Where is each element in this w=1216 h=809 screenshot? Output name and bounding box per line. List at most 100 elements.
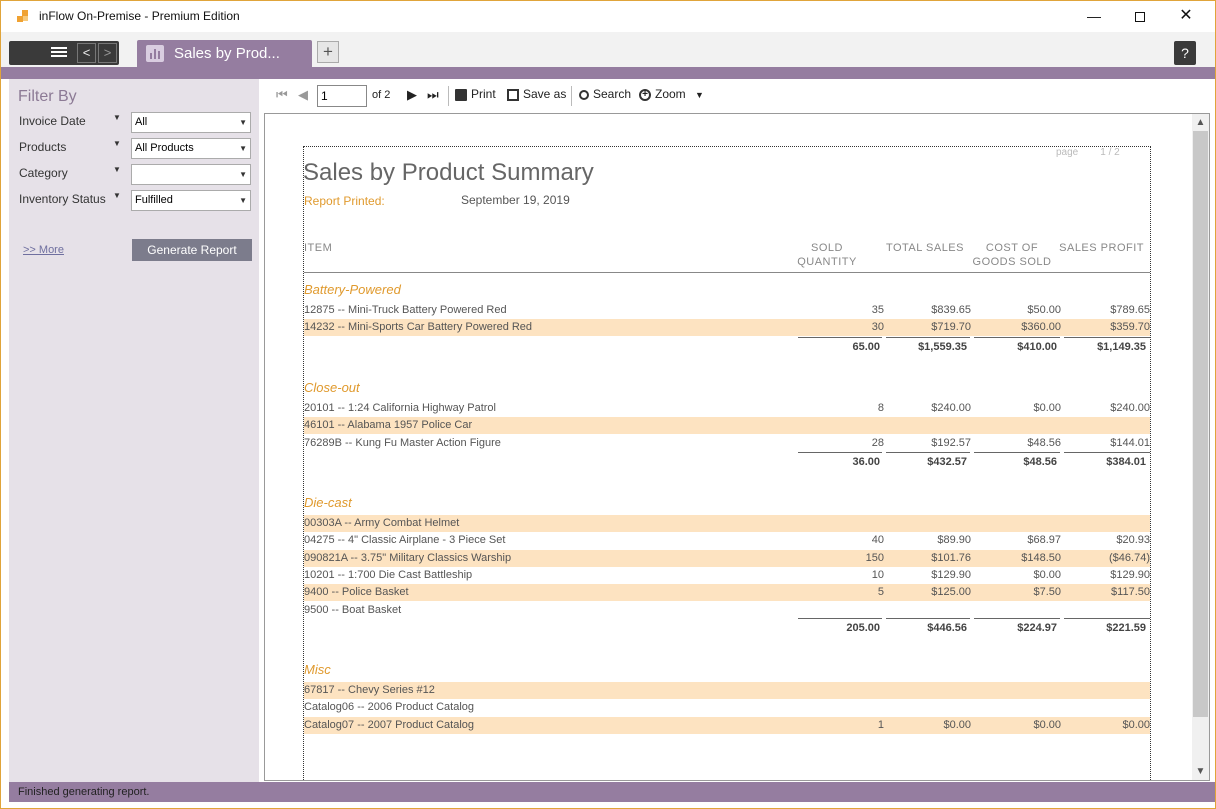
report-printed-date: September 19, 2019: [461, 193, 570, 207]
item-cell: 00303A -- Army Combat Helmet: [304, 517, 460, 529]
col-header-sales-profit: SALES PROFIT: [1059, 242, 1144, 254]
generate-report-button[interactable]: Generate Report: [132, 239, 252, 261]
category-title: Misc: [304, 662, 331, 677]
subtotal-profit: $384.01: [1106, 456, 1146, 468]
minimize-button[interactable]: —: [1071, 1, 1117, 31]
cost-cell: $0.00: [1033, 719, 1061, 731]
table-row: Catalog06 -- 2006 Product Catalog: [304, 699, 1150, 716]
inventory-status-select[interactable]: Fulfilled ▼: [131, 190, 251, 211]
close-button[interactable]: ✕: [1163, 1, 1209, 31]
subtotal-qty: 205.00: [846, 622, 880, 634]
page-number-input[interactable]: [317, 85, 367, 107]
table-row: 9400 -- Police Basket 5 $125.00 $7.50 $117.5…: [304, 584, 1150, 601]
subtotal-total: $432.57: [927, 456, 967, 468]
invoice-date-select[interactable]: All ▼: [131, 112, 251, 133]
first-page-icon[interactable]: ⏮: [276, 87, 288, 103]
cost-cell: $68.97: [1027, 534, 1061, 546]
item-cell: 10201 -- 1:700 Die Cast Battleship: [304, 569, 473, 581]
filter-label: Category: [19, 166, 68, 180]
subtotal-rule: [1064, 618, 1150, 619]
search-button[interactable]: Search: [579, 87, 631, 101]
select-value: All Products: [135, 142, 194, 154]
app-title: inFlow On-Premise - Premium Edition: [39, 9, 240, 23]
chevron-down-icon: ▼: [695, 90, 704, 100]
add-tab-button[interactable]: +: [317, 41, 339, 63]
vertical-scrollbar[interactable]: ▲ ▼: [1192, 114, 1209, 780]
dropdown-arrow-icon[interactable]: ▼: [239, 196, 247, 205]
prev-page-icon[interactable]: ◀: [298, 87, 308, 103]
cost-cell: $0.00: [1033, 569, 1061, 581]
status-text: Finished generating report.: [18, 786, 150, 798]
subtotal-rule: [974, 618, 1060, 619]
total-sales-cell: $240.00: [931, 402, 971, 414]
page-value: 1 / 2: [1100, 147, 1120, 158]
forward-button[interactable]: >: [98, 43, 117, 63]
subtotal-profit: $221.59: [1106, 622, 1146, 634]
report-title: Sales by Product Summary: [303, 159, 594, 186]
dropdown-arrow-icon[interactable]: ▼: [239, 144, 247, 153]
next-page-icon[interactable]: ▶: [407, 87, 417, 103]
cost-cell: $50.00: [1027, 304, 1061, 316]
qty-cell: 40: [871, 534, 884, 546]
subtotal-cost: $224.97: [1017, 622, 1057, 634]
total-sales-cell: $192.57: [931, 437, 971, 449]
subtotal-row: 36.00 $432.57 $48.56 $384.01: [304, 452, 1150, 471]
help-button[interactable]: ?: [1174, 41, 1196, 65]
subtotal-rule: [798, 618, 882, 619]
scroll-down-icon[interactable]: ▼: [1192, 763, 1209, 780]
dropdown-arrow-icon[interactable]: ▼: [239, 170, 247, 179]
subtotal-row: 205.00 $446.56 $224.97 $221.59: [304, 618, 1150, 637]
header-line: QUANTITY: [797, 256, 857, 268]
total-sales-cell: $839.65: [931, 304, 971, 316]
profit-cell: ($46.74): [1109, 552, 1150, 564]
item-cell: Catalog06 -- 2006 Product Catalog: [304, 701, 474, 713]
qty-cell: 28: [871, 437, 884, 449]
header-line: SOLD: [811, 242, 843, 254]
report-toolbar: ⏮ ◀ of 2 ▶ ⏭ Print Save as Search + Zoom …: [259, 79, 1215, 112]
scroll-thumb[interactable]: [1193, 131, 1208, 717]
cost-cell: $148.50: [1021, 552, 1061, 564]
search-label: Search: [593, 87, 632, 101]
header-line: GOODS SOLD: [972, 256, 1052, 268]
back-button[interactable]: <: [77, 43, 96, 63]
category-select[interactable]: ▼: [131, 164, 251, 185]
products-select[interactable]: All Products ▼: [131, 138, 251, 159]
caret-down-icon[interactable]: ▼: [113, 191, 121, 200]
title-bar: inFlow On-Premise - Premium Edition — ✕: [1, 1, 1215, 32]
print-button[interactable]: Print: [455, 87, 496, 101]
more-filters-link[interactable]: >> More: [23, 244, 64, 256]
filter-products: Products ▼ All Products ▼: [9, 136, 259, 159]
qty-cell: 10: [871, 569, 884, 581]
app-window: inFlow On-Premise - Premium Edition — ✕ …: [0, 0, 1216, 809]
maximize-button[interactable]: [1117, 1, 1163, 31]
save-as-button[interactable]: Save as: [507, 87, 566, 101]
profit-cell: $0.00: [1122, 719, 1150, 731]
page-label: page: [1056, 147, 1079, 158]
nav-group: < >: [9, 41, 119, 65]
filter-sidebar: Filter By Invoice Date ▼ All ▼ Products …: [9, 79, 259, 782]
item-cell: 9400 -- Police Basket: [304, 586, 409, 598]
table-row: 090821A -- 3.75" Military Classics Warsh…: [304, 550, 1150, 567]
item-cell: Catalog07 -- 2007 Product Catalog: [304, 719, 474, 731]
dropdown-arrow-icon[interactable]: ▼: [239, 118, 247, 127]
scroll-up-icon[interactable]: ▲: [1192, 114, 1209, 131]
subtotal-rule: [974, 337, 1060, 338]
app-logo-icon: [17, 10, 31, 24]
subtotal-cost: $48.56: [1023, 456, 1057, 468]
tab-label: Sales by Prod...: [174, 45, 280, 62]
subtotal-rule: [1064, 337, 1150, 338]
print-label: Print: [471, 87, 496, 101]
total-sales-cell: $89.90: [937, 534, 971, 546]
caret-down-icon[interactable]: ▼: [113, 139, 121, 148]
zoom-button[interactable]: + Zoom ▼: [639, 87, 704, 101]
table-row: 00303A -- Army Combat Helmet: [304, 515, 1150, 532]
col-header-sold-qty: SOLD QUANTITY: [788, 241, 866, 269]
caret-down-icon[interactable]: ▼: [113, 113, 121, 122]
report-page-viewer[interactable]: page 1 / 2 Sales by Product Summary Repor…: [264, 113, 1210, 781]
caret-down-icon[interactable]: ▼: [113, 165, 121, 174]
profit-cell: $789.65: [1110, 304, 1150, 316]
total-sales-cell: $129.90: [931, 569, 971, 581]
main-menu-button[interactable]: [9, 41, 75, 65]
last-page-icon[interactable]: ⏭: [427, 87, 439, 103]
tab-sales-by-product[interactable]: Sales by Prod...: [137, 40, 312, 67]
